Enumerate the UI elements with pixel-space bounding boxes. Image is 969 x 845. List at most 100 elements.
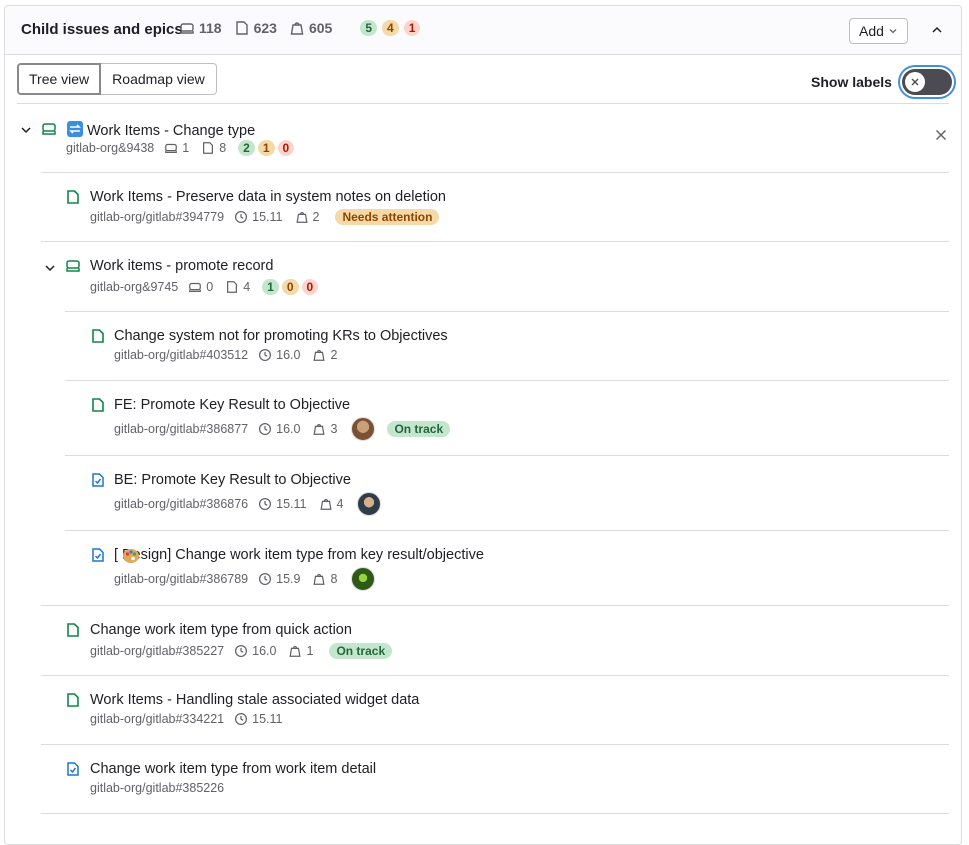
weight-meta: 1: [288, 644, 313, 658]
item-reference: gitlab-org/gitlab#385226: [90, 781, 225, 795]
issue-count: 623: [253, 20, 277, 36]
health-needs-attention-badge: 4: [382, 20, 399, 36]
clock-icon: [258, 572, 272, 586]
status-badge: Needs attention: [335, 209, 440, 225]
show-labels-toggle: Show labels: [811, 69, 952, 95]
palette-emoji-icon: [122, 547, 140, 565]
collapse-card-button[interactable]: [926, 20, 948, 42]
health-at-risk-badge: 0: [277, 140, 295, 156]
task-icon: [65, 761, 81, 777]
show-labels-switch[interactable]: [901, 69, 952, 95]
item-title[interactable]: Work Items - Handling stale associated w…: [90, 692, 419, 708]
status-badge: On track: [329, 643, 393, 659]
divider: [41, 241, 949, 242]
assignee-avatar[interactable]: [357, 492, 382, 516]
clock-icon: [234, 644, 248, 658]
item-reference: gitlab-org/gitlab#334221: [90, 712, 225, 726]
divider: [65, 455, 949, 456]
item-title[interactable]: Change work item type from quick action: [90, 622, 352, 638]
item-reference: gitlab-org/gitlab#385227: [90, 644, 225, 658]
health-on-track-badge: 2: [238, 140, 255, 156]
issue-icon: [225, 280, 239, 294]
item-title-text: [ Design] Change work item type from key…: [114, 547, 484, 563]
item-meta: gitlab-org/gitlab#394779 15.11 2 Needs a…: [90, 209, 440, 225]
item-title[interactable]: Change system not for promoting KRs to O…: [114, 328, 448, 344]
item-title[interactable]: FE: Promote Key Result to Objective: [114, 397, 350, 413]
clock-icon: [258, 497, 272, 511]
clock-icon: [258, 348, 272, 362]
chevron-down-icon[interactable]: [43, 261, 57, 275]
item-meta: gitlab-org/gitlab#385226: [90, 781, 234, 795]
divider: [41, 605, 949, 606]
weight-icon: [312, 422, 326, 436]
weight-meta: 2: [295, 210, 319, 224]
clock-icon: [234, 210, 248, 224]
child-items-card: Child issues and epics 118 623 605 5 4 1…: [4, 5, 962, 845]
divider: [65, 311, 949, 312]
milestone-meta: 16.0: [258, 422, 300, 436]
milestone-meta: 16.0: [234, 644, 276, 658]
milestone-meta: 15.9: [258, 572, 300, 586]
weight-icon: [295, 210, 309, 224]
assignee-avatar[interactable]: [351, 417, 376, 441]
chevron-down-icon[interactable]: [19, 123, 33, 137]
issue-icon: [65, 189, 81, 205]
epic-icon: [65, 258, 81, 274]
item-title[interactable]: Change work item type from work item det…: [90, 761, 376, 777]
milestone-meta: 16.0: [258, 348, 300, 362]
epic-count-meta: 1: [164, 141, 189, 155]
weight-icon: [312, 572, 326, 586]
issue-count-meta: 4: [225, 280, 250, 294]
roadmap-view-button[interactable]: Roadmap view: [101, 63, 217, 95]
item-reference: gitlab-org/gitlab#386789: [114, 572, 249, 586]
divider: [17, 103, 949, 104]
issue-icon: [65, 692, 81, 708]
item-title-text: Work Items - Change type: [87, 123, 256, 139]
item-title[interactable]: BE: Promote Key Result to Objective: [114, 472, 351, 488]
health-needs-attention-badge: 0: [281, 279, 299, 295]
epic-icon: [188, 280, 202, 294]
weight-meta: 8: [312, 572, 337, 586]
item-meta: gitlab-org&9438 1 8 2 1 0: [66, 140, 297, 156]
divider: [41, 744, 949, 745]
task-icon: [90, 547, 106, 563]
weight-icon: [288, 644, 302, 658]
view-toggle: Tree view Roadmap view: [17, 63, 217, 95]
epic-icon: [179, 20, 195, 36]
health-needs-attention-badge: 1: [257, 140, 275, 156]
remove-item-close-icon[interactable]: [933, 127, 949, 143]
item-title[interactable]: Work items - promote record: [90, 258, 273, 274]
assignee-avatar[interactable]: [351, 567, 376, 591]
item-meta: gitlab-org&9745 0 4 1 0 0: [90, 279, 321, 295]
issue-icon: [90, 397, 106, 413]
weight-meta: 4: [319, 497, 343, 511]
divider: [41, 813, 949, 814]
weight-meta: 3: [312, 422, 337, 436]
item-title[interactable]: Work Items - Preserve data in system not…: [90, 189, 446, 205]
weight-icon: [289, 20, 305, 36]
item-reference: gitlab-org/gitlab#403512: [114, 348, 249, 362]
header-counts: 118 623 605 5 4 1: [179, 20, 423, 36]
divider: [41, 172, 949, 173]
health-on-track-badge: 1: [262, 279, 279, 295]
divider: [41, 675, 949, 676]
tree-view-button[interactable]: Tree view: [17, 63, 102, 95]
item-reference: gitlab-org&9438: [66, 141, 155, 155]
item-title[interactable]: [ Design] Change work item type from key…: [114, 547, 484, 563]
milestone-meta: 15.11: [234, 210, 283, 224]
item-title[interactable]: Work Items - Change type: [66, 120, 255, 139]
divider: [65, 530, 949, 531]
epic-icon: [164, 141, 178, 155]
item-reference: gitlab-org&9745: [90, 280, 179, 294]
card-header: Child issues and epics 118 623 605 5 4 1…: [5, 6, 961, 55]
arrows-emoji-icon: [66, 120, 84, 138]
item-reference: gitlab-org/gitlab#386877: [114, 422, 249, 436]
milestone-meta: 15.11: [258, 497, 307, 511]
milestone-meta: 15.11: [234, 712, 283, 726]
epic-count-meta: 0: [188, 280, 213, 294]
issue-count-meta: 8: [201, 141, 226, 155]
item-meta: gitlab-org/gitlab#386789 15.9 8: [114, 567, 376, 591]
weight-icon: [312, 348, 326, 362]
add-dropdown-button[interactable]: Add: [849, 18, 908, 44]
chevron-up-icon: [930, 23, 944, 40]
